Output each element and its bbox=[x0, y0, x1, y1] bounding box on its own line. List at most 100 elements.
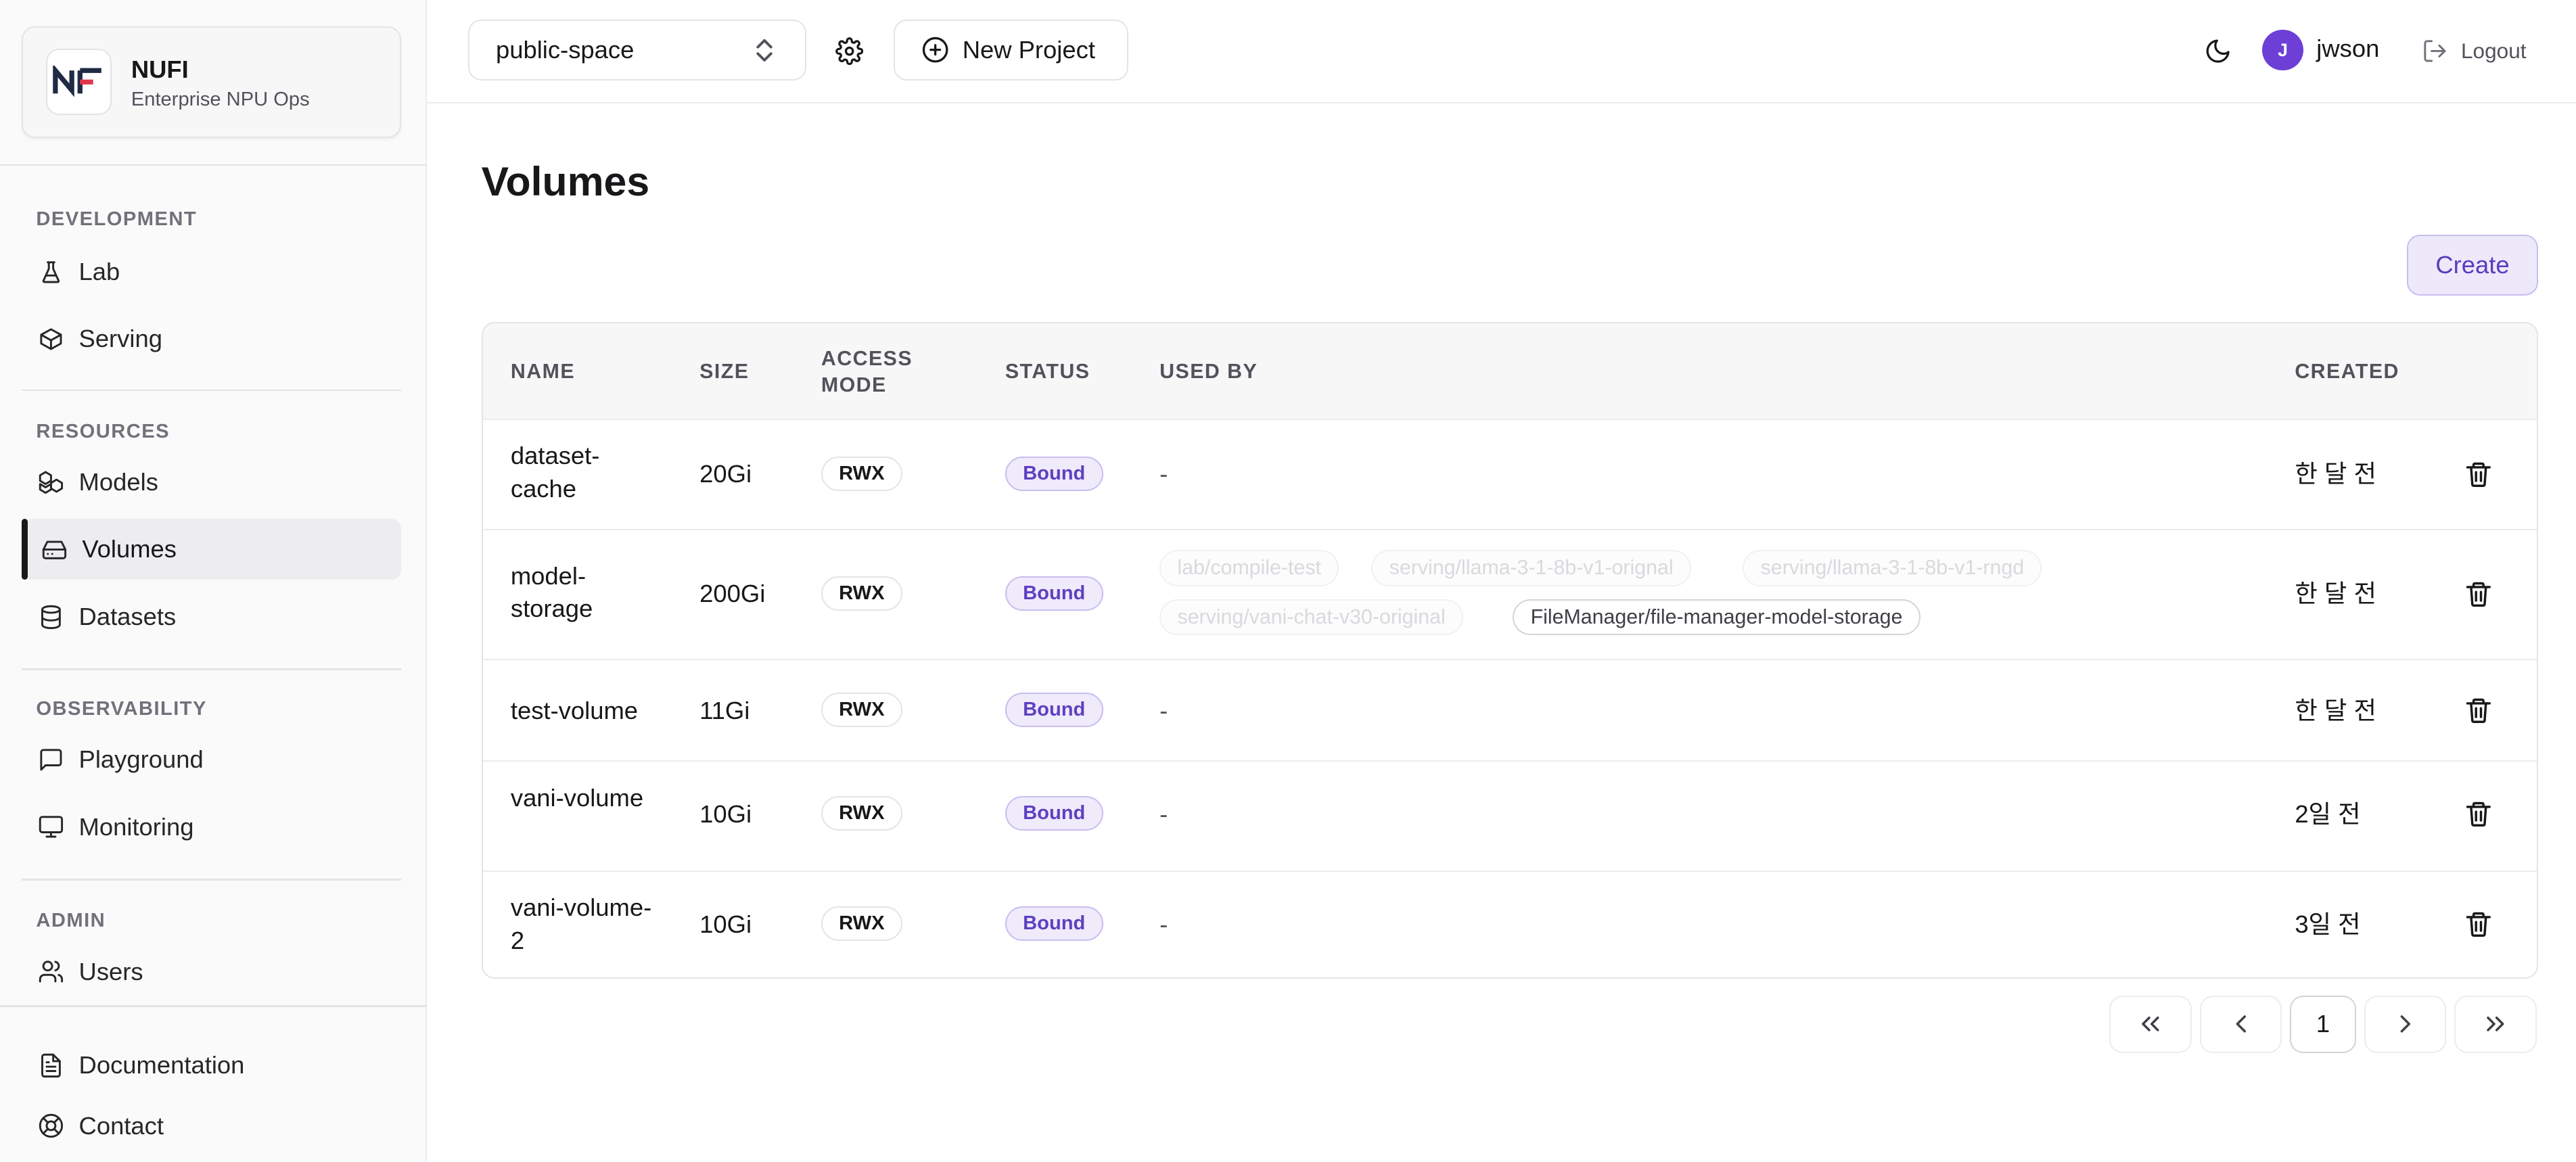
table-row[interactable]: test-volume 11Gi RWX Bound - 한 달 전 bbox=[482, 660, 2537, 762]
sidebar-item-label: Playground bbox=[78, 745, 204, 774]
brand-card[interactable]: NUFI Enterprise NPU Ops bbox=[21, 26, 401, 138]
delete-button[interactable] bbox=[2464, 580, 2493, 609]
delete-button[interactable] bbox=[2464, 460, 2493, 490]
first-page-button[interactable] bbox=[2109, 995, 2192, 1053]
used-by-chip[interactable]: serving/llama-3-1-8b-v1-orignal bbox=[1371, 550, 1691, 586]
logout-button[interactable]: Logout bbox=[2422, 33, 2527, 69]
used-by-value: - bbox=[1159, 460, 1168, 488]
column-header-size[interactable]: SIZE bbox=[699, 359, 749, 386]
section-label-admin: ADMIN bbox=[36, 910, 106, 932]
column-header-created[interactable]: CREATED bbox=[2295, 359, 2399, 386]
next-page-button[interactable] bbox=[2364, 995, 2447, 1053]
volume-size: 10Gi bbox=[699, 910, 752, 938]
hard-drive-icon bbox=[41, 536, 68, 563]
sidebar-item-label: Documentation bbox=[78, 1050, 245, 1079]
top-header: public-space New Project J jwson Logout bbox=[427, 0, 2576, 103]
chevrons-right-icon bbox=[2487, 1017, 2504, 1032]
status-badge: Bound bbox=[1005, 796, 1103, 831]
sidebar-item-label: Models bbox=[78, 467, 158, 496]
trash-icon bbox=[2466, 912, 2491, 937]
logout-label: Logout bbox=[2461, 38, 2527, 63]
status-badge: Bound bbox=[1005, 576, 1103, 611]
moon-icon bbox=[2206, 39, 2230, 63]
boxes-icon bbox=[38, 469, 64, 495]
column-header-used-by[interactable]: USED BY bbox=[1159, 359, 1258, 386]
created-value: 한 달 전 bbox=[2295, 580, 2377, 608]
avatar[interactable]: J bbox=[2262, 29, 2303, 71]
current-page-button[interactable]: 1 bbox=[2290, 995, 2356, 1053]
used-by-chip[interactable]: serving/llama-3-1-8b-v1-rngd bbox=[1743, 550, 2042, 586]
volume-size: 20Gi bbox=[699, 460, 752, 488]
sidebar-item-monitoring[interactable]: Monitoring bbox=[22, 797, 401, 858]
brand-logo bbox=[45, 49, 112, 115]
column-header-access-mode[interactable]: ACCESS MODE bbox=[821, 346, 936, 399]
table-row[interactable]: dataset-cache 20Gi RWX Bound - 한 달 전 bbox=[482, 420, 2537, 530]
create-button[interactable]: Create bbox=[2406, 235, 2539, 296]
delete-button[interactable] bbox=[2464, 696, 2493, 726]
access-mode-badge: RWX bbox=[821, 906, 902, 942]
volumes-table: NAME SIZE ACCESS MODE STATUS USED BY CRE… bbox=[481, 322, 2539, 979]
used-by-value: - bbox=[1159, 799, 1168, 828]
used-by-chip[interactable]: FileManager/file-manager-model-storage bbox=[1513, 599, 1920, 636]
delete-button[interactable] bbox=[2464, 799, 2493, 829]
sidebar-item-serving[interactable]: Serving bbox=[22, 309, 401, 370]
message-square-icon bbox=[38, 747, 64, 773]
sidebar: NUFI Enterprise NPU Ops DEVELOPMENT Lab … bbox=[0, 0, 428, 1162]
chevrons-up-down-icon bbox=[756, 39, 773, 62]
sidebar-item-label: Monitoring bbox=[78, 812, 194, 841]
new-project-button[interactable]: New Project bbox=[894, 20, 1129, 80]
nf-logo-icon bbox=[53, 65, 102, 97]
theme-toggle-button[interactable] bbox=[2195, 28, 2241, 74]
column-header-name[interactable]: NAME bbox=[511, 359, 575, 386]
sidebar-item-label: Users bbox=[78, 957, 143, 985]
divider bbox=[0, 164, 428, 166]
sidebar-item-models[interactable]: Models bbox=[22, 452, 401, 513]
access-mode-badge: RWX bbox=[821, 456, 902, 491]
sidebar-item-volumes[interactable]: Volumes bbox=[21, 519, 401, 580]
sidebar-item-users[interactable]: Users bbox=[22, 942, 401, 1002]
new-project-label: New Project bbox=[962, 36, 1095, 64]
sidebar-item-datasets[interactable]: Datasets bbox=[22, 586, 401, 647]
project-select-value: public-space bbox=[495, 36, 635, 64]
sidebar-item-lab[interactable]: Lab bbox=[22, 241, 401, 302]
table-row[interactable]: model-storage 200Gi RWX Bound lab/compil… bbox=[482, 530, 2537, 660]
plus-circle-icon bbox=[922, 37, 948, 63]
trash-icon bbox=[2466, 582, 2491, 607]
status-badge: Bound bbox=[1005, 906, 1103, 942]
sidebar-item-contact[interactable]: Contact bbox=[22, 1096, 401, 1157]
sidebar-item-label: Contact bbox=[78, 1111, 164, 1140]
divider bbox=[21, 389, 401, 391]
sidebar-item-documentation[interactable]: Documentation bbox=[22, 1035, 401, 1096]
chevron-left-icon bbox=[2236, 1015, 2246, 1033]
created-value: 3일 전 bbox=[2295, 910, 2361, 938]
column-header-status[interactable]: STATUS bbox=[1005, 359, 1090, 386]
users-icon bbox=[38, 958, 64, 985]
logout-icon bbox=[2424, 40, 2446, 62]
section-label-observability: OBSERVABILITY bbox=[36, 698, 207, 720]
status-badge: Bound bbox=[1005, 456, 1103, 491]
prev-page-button[interactable] bbox=[2199, 995, 2282, 1053]
settings-button[interactable] bbox=[827, 28, 873, 74]
delete-button[interactable] bbox=[2464, 910, 2493, 939]
used-by-chip[interactable]: lab/compile-test bbox=[1159, 550, 1339, 586]
sidebar-item-label: Datasets bbox=[78, 602, 177, 630]
divider bbox=[21, 668, 401, 670]
volume-name: vani-volume bbox=[510, 783, 644, 812]
status-badge: Bound bbox=[1005, 693, 1103, 728]
sidebar-item-label: Volumes bbox=[82, 535, 177, 563]
table-row[interactable]: vani-volume 10Gi RWX Bound - 2일 전 bbox=[482, 762, 2537, 873]
chevrons-left-icon bbox=[2142, 1017, 2159, 1032]
access-mode-badge: RWX bbox=[821, 796, 902, 831]
used-by-chip[interactable]: serving/vani-chat-v30-original bbox=[1159, 599, 1464, 636]
volume-size: 10Gi bbox=[699, 799, 752, 828]
volume-name: model-storage bbox=[510, 561, 593, 623]
project-select[interactable]: public-space bbox=[468, 20, 807, 80]
sidebar-item-playground[interactable]: Playground bbox=[22, 729, 401, 790]
last-page-button[interactable] bbox=[2454, 995, 2537, 1053]
trash-icon bbox=[2466, 699, 2491, 724]
brand-name: NUFI bbox=[131, 55, 189, 84]
section-label-development: DEVELOPMENT bbox=[36, 208, 198, 231]
chevron-right-icon bbox=[2400, 1015, 2410, 1033]
table-row[interactable]: vani-volume-2 10Gi RWX Bound - 3일 전 bbox=[483, 872, 2537, 977]
created-value: 한 달 전 bbox=[2295, 696, 2377, 724]
